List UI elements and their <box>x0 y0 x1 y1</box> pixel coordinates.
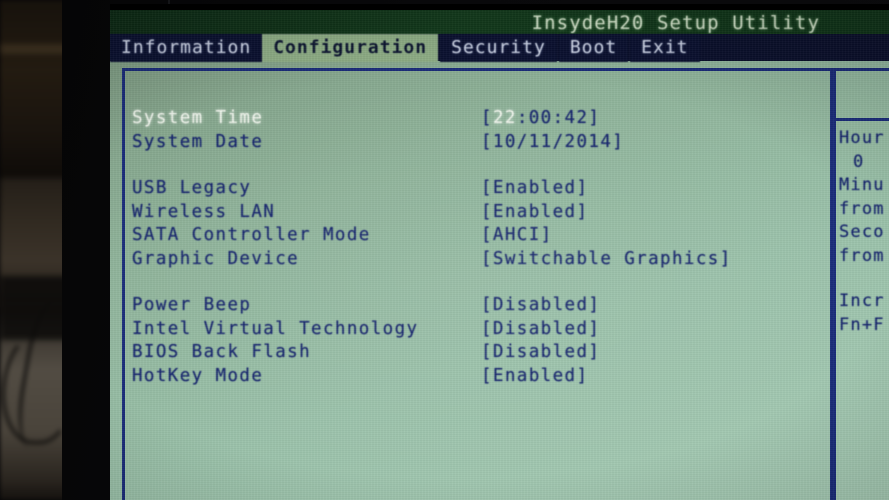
help-text-line: Fn+F <box>839 314 885 335</box>
menu-tab-information[interactable]: Information <box>110 33 263 62</box>
menu-tab-boot[interactable]: Boot <box>558 33 629 62</box>
settings-row-label: System Time <box>132 108 264 128</box>
settings-row-value[interactable]: [Disabled] <box>481 319 600 339</box>
help-text-line: from <box>839 198 885 219</box>
settings-row[interactable]: SATA Controller Mode [AHCI] <box>132 225 832 249</box>
bios-body: System Time [22:00:42] System Date [10/11/2… <box>110 61 889 500</box>
settings-row-label: BIOS Back Flash <box>132 342 312 362</box>
help-pane-separator <box>836 118 889 121</box>
help-text-line: Minu <box>839 175 885 195</box>
settings-row-value[interactable]: [10/11/2014] <box>481 132 624 152</box>
settings-row-value[interactable]: [Enabled] <box>481 202 588 222</box>
settings-row[interactable]: System Date [10/11/2014] <box>132 132 832 156</box>
help-text-line: Hour <box>839 128 885 148</box>
settings-row[interactable]: System Time [22:00:42] <box>132 108 832 132</box>
menu-bar: Information Configuration Security Boot Exit <box>110 33 889 62</box>
settings-row-value[interactable]: [22:00:42] <box>481 108 600 128</box>
settings-row[interactable]: Graphic Device [Switchable Graphics] <box>132 249 832 273</box>
settings-row-value[interactable]: [AHCI] <box>481 225 553 245</box>
settings-row-label: Power Beep <box>132 295 252 315</box>
settings-row-label: Intel Virtual Technology <box>132 318 419 339</box>
menu-tab-exit[interactable]: Exit <box>630 33 700 62</box>
settings-row[interactable]: BIOS Back Flash [Disabled] <box>132 342 832 366</box>
settings-row[interactable]: HotKey Mode [Enabled] <box>132 366 832 390</box>
screen-top-edge <box>110 4 889 10</box>
help-text-line: Incr <box>839 291 885 311</box>
help-text-line: from <box>839 245 885 266</box>
menu-tab-configuration[interactable]: Configuration <box>262 33 439 62</box>
value-prefix: [ <box>481 108 493 128</box>
menu-tab-list: Information Configuration Security Boot Exit <box>110 33 700 62</box>
settings-row-label: Graphic Device <box>132 248 300 269</box>
settings-group-spacer <box>132 155 832 178</box>
page-title: InsydeH20 Setup Utility <box>531 12 820 34</box>
settings-row-label: System Date <box>132 131 264 152</box>
help-text-panel: Hour 0 Minu from Seco from Incr Fn+F <box>839 127 889 337</box>
settings-row-value[interactable]: [Enabled] <box>481 178 588 198</box>
settings-row-value[interactable]: [Enabled] <box>481 366 588 386</box>
photograph-of-laptop-screen: InsydeH20 Setup Utility Information Confi… <box>0 0 889 500</box>
settings-group-spacer <box>132 272 832 295</box>
settings-row[interactable]: USB Legacy [Enabled] <box>132 178 832 202</box>
menu-bar-filler <box>807 34 889 61</box>
settings-row[interactable]: Wireless LAN [Enabled] <box>132 202 832 226</box>
background-shelf <box>0 44 70 54</box>
value-suffix: :00:42] <box>516 108 601 128</box>
menu-tab-security[interactable]: Security <box>440 33 557 62</box>
help-text-line: 0 <box>853 151 865 172</box>
bios-screen: InsydeH20 Setup Utility Information Confi… <box>110 4 889 500</box>
settings-row-label: SATA Controller Mode <box>132 225 371 245</box>
settings-row-value[interactable]: [Disabled] <box>481 342 600 362</box>
settings-row-label: USB Legacy <box>132 178 252 198</box>
settings-row-label: Wireless LAN <box>132 201 276 222</box>
settings-row-value[interactable]: [Switchable Graphics] <box>481 249 732 269</box>
help-text-gap <box>839 268 889 290</box>
settings-list: System Time [22:00:42] System Date [10/11/2… <box>132 108 832 389</box>
value-highlighted-field[interactable]: 22 <box>493 108 517 128</box>
settings-row-value[interactable]: [Disabled] <box>481 295 600 315</box>
settings-row[interactable]: Intel Virtual Technology [Disabled] <box>132 319 832 343</box>
help-text-line: Seco <box>839 222 885 242</box>
settings-row-label: HotKey Mode <box>132 365 264 386</box>
settings-row[interactable]: Power Beep [Disabled] <box>132 295 832 319</box>
